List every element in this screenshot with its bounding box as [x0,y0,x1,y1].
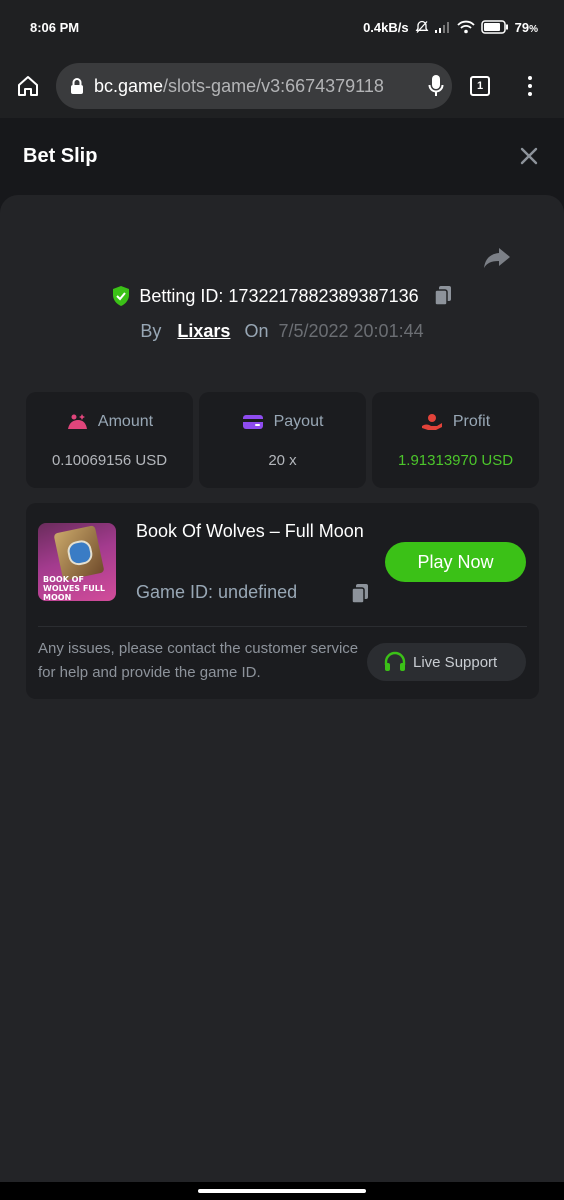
battery-icon [480,20,509,34]
status-time: 8:06 PM [30,19,80,35]
home-button[interactable] [0,54,56,118]
game-thumbnail[interactable]: BOOK OF WOLVES FULL MOON [38,523,116,601]
stat-payout: Payout 20 x [199,392,366,488]
game-id: Game ID: undefined [136,582,298,602]
lock-icon [71,78,83,94]
on-label: On [244,321,269,341]
thumbnail-text: BOOK OF WOLVES FULL MOON [43,575,105,601]
home-icon [18,76,38,96]
copy-game-id-icon[interactable] [350,583,370,605]
url-text: bc.game/slots-game/v3:6674379118 [94,75,384,96]
bet-date: 7/5/2022 20:01:44 [278,321,424,341]
microphone-icon[interactable] [428,74,444,98]
signal-icon [434,21,451,33]
game-title: Book Of Wolves – Full Moon [136,521,364,541]
divider [38,626,527,627]
bet-slip-page: Bet Slip Betting ID: 1732217882389387136… [0,118,564,1182]
amount-icon [67,414,87,429]
close-icon[interactable] [520,147,538,165]
bet-slip-header: Bet Slip [0,118,564,194]
live-support-button[interactable]: Live Support [367,643,526,681]
home-gesture-handle[interactable] [198,1189,366,1193]
browser-toolbar: bc.game/slots-game/v3:6674379118 1 [0,54,564,118]
bet-details-panel: Betting ID: 1732217882389387136 By Lixar… [0,195,564,1182]
page-title: Bet Slip [23,144,98,167]
tab-switcher-button[interactable]: 1 [470,76,490,96]
system-nav-bar [0,1182,564,1200]
stat-profit: Profit 1.91313970 USD [372,392,539,488]
status-icons: 0.4kB/s 79% [363,19,538,35]
battery-level: 79 [514,19,530,35]
copy-icon[interactable] [433,285,453,307]
headset-icon [384,651,406,671]
bell-muted-icon [415,20,429,34]
payout-value: 20 x [268,452,297,469]
browser-menu-button[interactable] [528,76,532,96]
betting-id-label: Betting ID: [139,285,224,306]
betting-id-row: Betting ID: 1732217882389387136 [0,285,564,307]
profit-value: 1.91313970 USD [397,452,514,469]
betting-id: 1732217882389387136 [228,285,419,306]
stat-amount: Amount 0.10069156 USD [26,392,193,488]
status-bar: 8:06 PM 0.4kB/s 79% [0,0,564,54]
net-speed: 0.4kB/s [363,19,409,35]
payout-icon [242,415,263,429]
amount-value: 0.10069156 USD [51,452,168,469]
share-icon[interactable] [483,247,511,269]
wifi-icon [456,20,475,34]
bet-stats: Amount 0.10069156 USD Payout 20 x Profit… [26,392,539,488]
bettor-info-row: By Lixars On 7/5/2022 20:01:44 [0,321,564,342]
user-link[interactable]: Lixars [177,321,230,342]
support-text: Any issues, please contact the customer … [38,640,359,681]
shield-check-icon [113,286,130,306]
profit-icon [421,414,442,430]
play-now-button[interactable]: Play Now [385,542,526,582]
address-bar[interactable]: bc.game/slots-game/v3:6674379118 [56,63,452,109]
by-label: By [140,321,162,341]
game-card: BOOK OF WOLVES FULL MOON Book Of Wolves … [26,503,539,699]
